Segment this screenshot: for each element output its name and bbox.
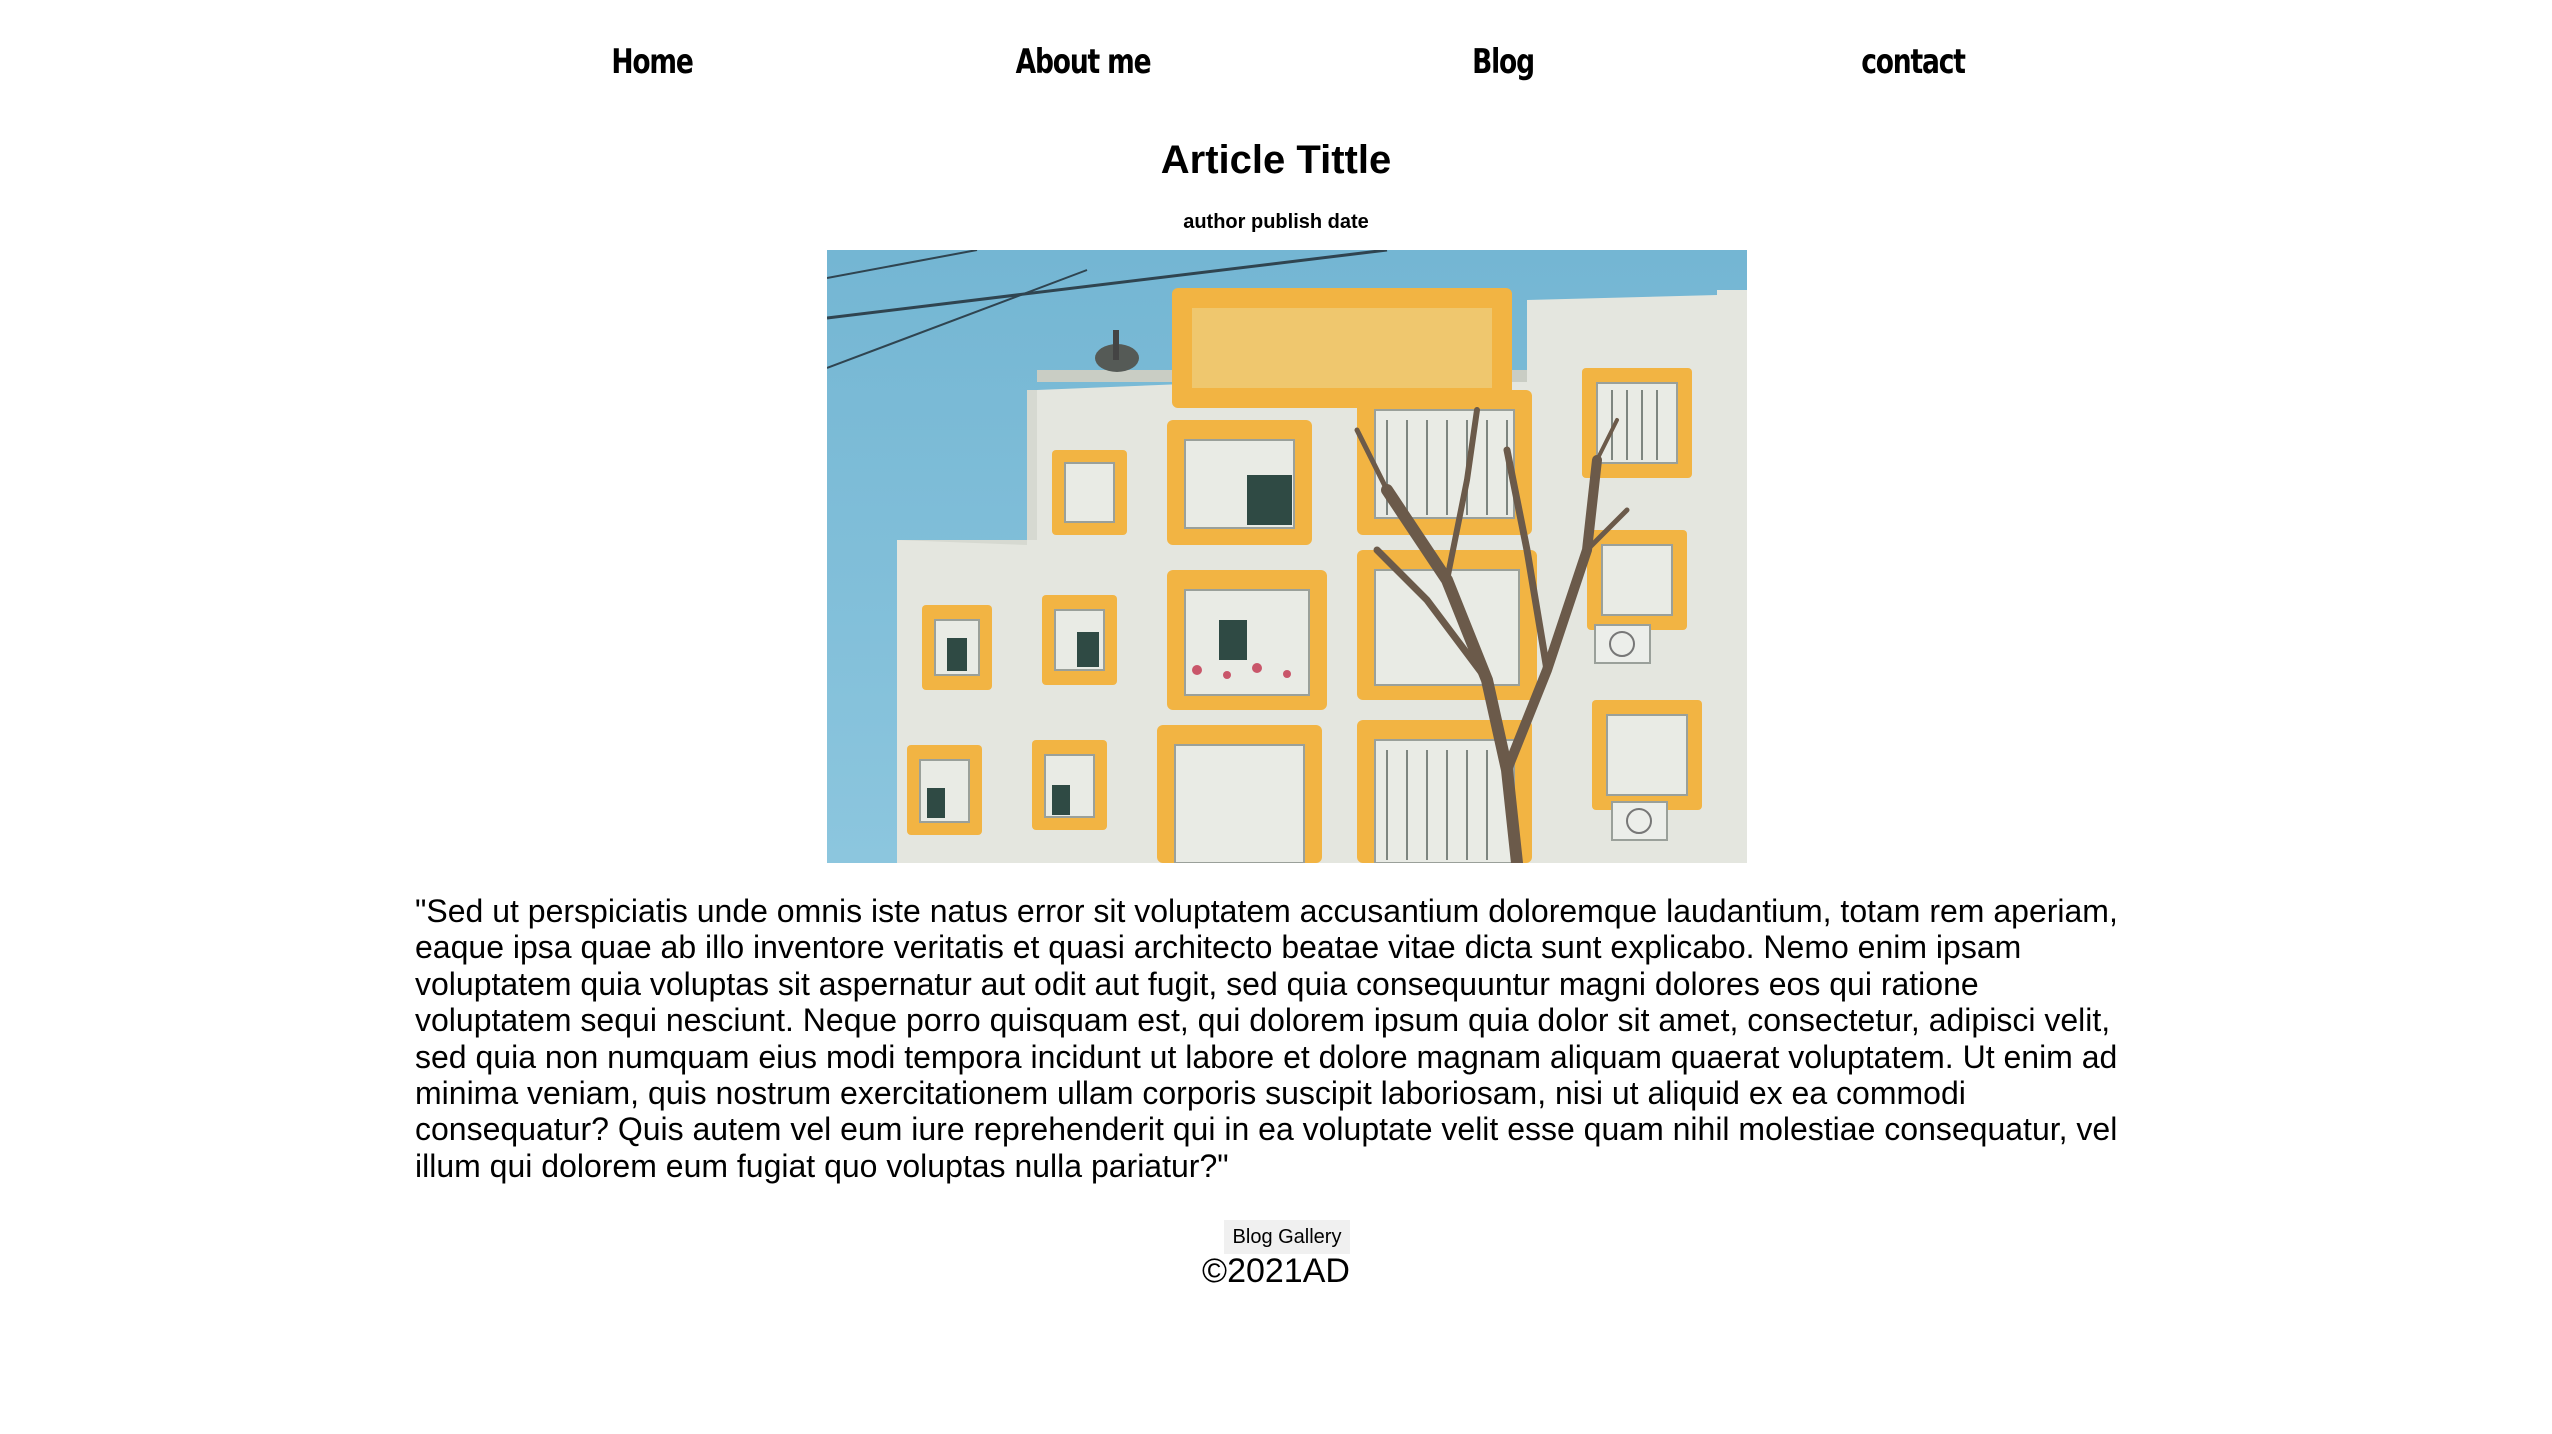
article-title: Article Tittle <box>1160 138 1392 182</box>
nav-contact-link[interactable]: contact <box>1796 34 2030 90</box>
nav-about-link[interactable]: About me <box>966 34 1200 90</box>
copyright-text: ©2021AD <box>1202 1252 1350 1290</box>
main-nav: Home About me Blog contact <box>0 34 2552 90</box>
nav-blog-link[interactable]: Blog <box>1386 34 1620 90</box>
nav-home-link[interactable]: Home <box>535 34 769 90</box>
article-meta: author publish date <box>1183 211 1369 233</box>
blog-gallery-button[interactable]: Blog Gallery <box>1224 1220 1350 1254</box>
article-hero-image <box>827 250 1747 863</box>
article-body: "Sed ut perspiciatis unde omnis iste nat… <box>415 893 2118 1184</box>
